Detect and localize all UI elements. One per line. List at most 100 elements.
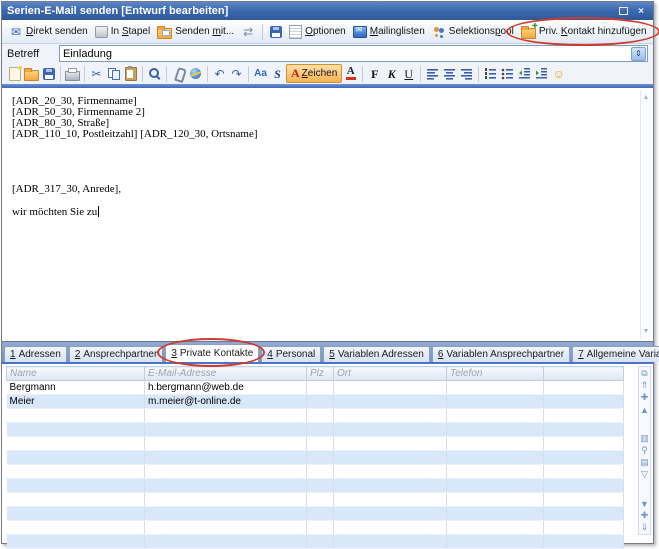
underline-icon: U	[402, 67, 416, 81]
tab-adressen[interactable]: 1Adressen	[4, 346, 67, 362]
table-row[interactable]: Meierm.meier@t-online.de	[7, 395, 624, 409]
column-header-ort[interactable]: Ort	[334, 367, 447, 381]
indent-button[interactable]	[533, 65, 550, 82]
align-center-button[interactable]	[441, 65, 458, 82]
cut-button[interactable]: ✂	[88, 65, 105, 82]
move-last-button[interactable]: ⇓	[640, 522, 649, 533]
table-cell	[7, 479, 145, 493]
table-cell	[307, 381, 334, 395]
tab-variablen-ansprechpartner[interactable]: 6Variablen Ansprechpartner	[432, 346, 570, 362]
direct-send-button[interactable]: ✉Direkt senden	[6, 23, 91, 41]
batch-box-icon	[95, 26, 108, 38]
table-cell: Bergmann	[7, 381, 145, 395]
people-icon	[432, 25, 446, 39]
filter-button[interactable]: ▽	[640, 469, 649, 480]
search-button[interactable]	[146, 65, 163, 82]
move-next-button[interactable]: ▼	[640, 498, 649, 509]
table-row[interactable]	[7, 423, 624, 437]
underline-button[interactable]: U	[400, 65, 417, 82]
new-document-icon	[9, 67, 21, 81]
column-header-blank[interactable]	[544, 367, 624, 381]
table-cell	[544, 479, 624, 493]
tab-variablen-adressen[interactable]: 5Variablen Adressen	[323, 346, 430, 362]
bold-button[interactable]: F	[366, 65, 383, 82]
numbered-list-button[interactable]	[482, 65, 499, 82]
align-left-button[interactable]	[424, 65, 441, 82]
column-header-e-mail-adresse[interactable]: E-Mail-Adresse	[145, 367, 307, 381]
table-cell	[334, 423, 447, 437]
table-cell	[307, 521, 334, 535]
selection-pool-button[interactable]: Selektionspool	[429, 23, 517, 41]
move-prev-button[interactable]: ▲	[640, 404, 649, 415]
body-scrollbar[interactable]: ▲ ▼	[640, 90, 651, 339]
subject-input[interactable]: Einladung ⇕	[59, 45, 648, 62]
font-color-button[interactable]: A	[342, 65, 359, 82]
character-format-button[interactable]: AZeichen	[286, 64, 342, 83]
table-row[interactable]	[7, 465, 624, 479]
open-button[interactable]	[23, 65, 40, 82]
save-icon	[270, 26, 282, 38]
mailinglists-button[interactable]: Mailinglisten	[350, 24, 428, 40]
add-row-button[interactable]: ✚	[640, 510, 649, 521]
save-button[interactable]	[267, 24, 285, 40]
font-style-button[interactable]: S	[269, 65, 286, 82]
text-cursor	[98, 206, 99, 217]
italic-button[interactable]: K	[383, 65, 400, 82]
table-cell	[7, 409, 145, 423]
table-cell	[544, 451, 624, 465]
layout-button[interactable]: ▤	[640, 457, 649, 468]
table-row[interactable]	[7, 507, 624, 521]
copy-button[interactable]	[105, 65, 122, 82]
column-header-name[interactable]: Name	[7, 367, 145, 381]
tab-ansprechpartner[interactable]: 2Ansprechpartner	[69, 346, 164, 362]
table-cell	[307, 535, 334, 549]
scroll-down-icon[interactable]: ▼	[643, 326, 650, 337]
save-icon	[43, 68, 55, 80]
table-cell	[145, 451, 307, 465]
restore-button[interactable]	[616, 5, 630, 18]
add-private-contact-button[interactable]: Priv. Kontakt hinzufügen	[518, 22, 650, 41]
move-first-button[interactable]: ⇑	[640, 380, 649, 391]
table-row[interactable]	[7, 535, 624, 549]
new-message-button[interactable]	[6, 65, 23, 82]
attach-button[interactable]	[170, 65, 187, 82]
tab-private-kontakte[interactable]: 3Private Kontakte	[165, 344, 259, 362]
column-header-plz[interactable]: Plz	[307, 367, 334, 381]
tab-personal[interactable]: 4Personal	[261, 346, 321, 362]
table-row[interactable]	[7, 409, 624, 423]
send-with-button[interactable]: Senden mit...	[154, 22, 237, 41]
paste-button[interactable]	[122, 65, 139, 82]
columns-button[interactable]: ▥	[640, 433, 649, 444]
bullet-list-button[interactable]	[499, 65, 516, 82]
send-receive-button[interactable]: ⇄	[238, 23, 258, 41]
table-cell	[447, 535, 544, 549]
align-right-button[interactable]	[458, 65, 475, 82]
batch-send-button[interactable]: In Stapel	[92, 24, 153, 40]
redo-button[interactable]: ↷	[228, 65, 245, 82]
table-row[interactable]	[7, 437, 624, 451]
table-row[interactable]: Bergmannh.bergmann@web.de	[7, 381, 624, 395]
toolbar-separator	[362, 66, 363, 82]
print-button[interactable]	[64, 65, 81, 82]
internet-button[interactable]	[187, 65, 204, 82]
table-cell	[334, 493, 447, 507]
tab-allgemeine-variablen[interactable]: 7Allgemeine Variablen	[572, 346, 659, 362]
scroll-up-icon[interactable]: ▲	[643, 92, 650, 103]
message-body[interactable]: [ADR_20_30, Firmenname][ADR_50_30, Firme…	[2, 88, 653, 341]
table-row[interactable]	[7, 451, 624, 465]
subject-dropdown-button[interactable]: ⇕	[631, 47, 646, 61]
search-button[interactable]: ⚲	[640, 445, 649, 456]
close-button[interactable]: ×	[634, 5, 648, 18]
column-chooser-button[interactable]: ⧉	[640, 368, 649, 379]
save-button[interactable]	[40, 65, 57, 82]
insert-row-button[interactable]: ✚	[640, 392, 649, 403]
table-row[interactable]	[7, 479, 624, 493]
column-header-telefon[interactable]: Telefon	[447, 367, 544, 381]
undo-button[interactable]: ↶	[211, 65, 228, 82]
options-button[interactable]: Optionen	[286, 23, 349, 41]
font-button[interactable]: Aa	[252, 65, 269, 82]
table-row[interactable]	[7, 521, 624, 535]
outdent-button[interactable]	[516, 65, 533, 82]
emoticon-button[interactable]: ☺	[550, 65, 567, 82]
table-row[interactable]	[7, 493, 624, 507]
